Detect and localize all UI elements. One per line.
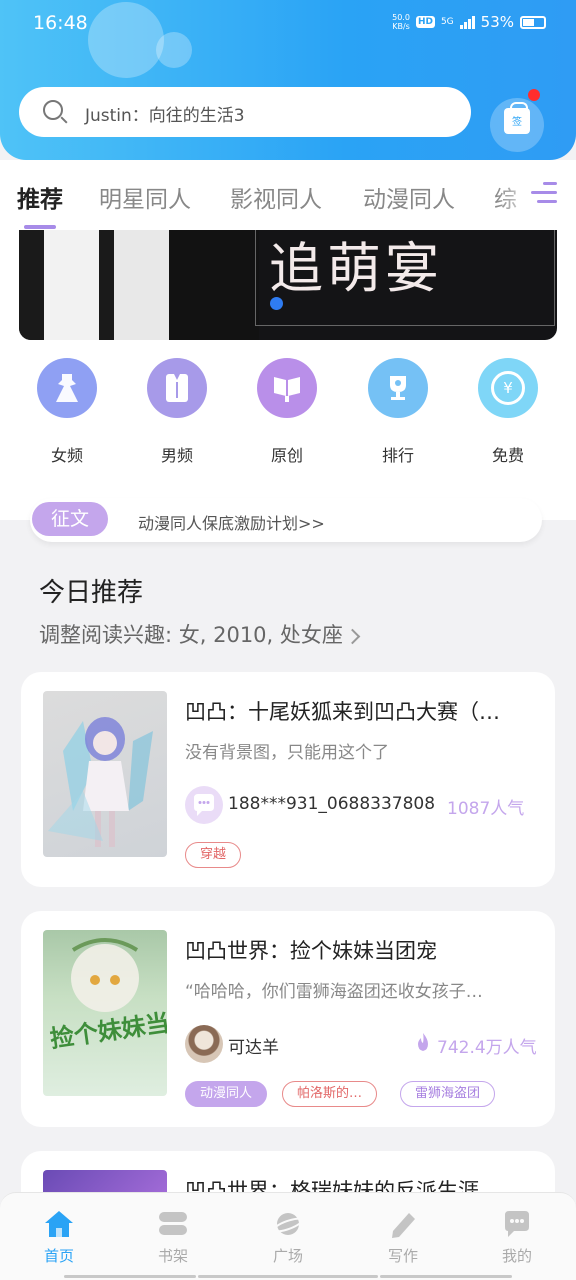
book-popularity: 742.4万人气: [437, 1038, 537, 1058]
notice-text: 动漫同人保底激励计划>>: [138, 514, 325, 533]
category-female[interactable]: 女频: [37, 358, 97, 466]
book-icon: [257, 358, 317, 418]
chat-bubble-icon: [501, 1209, 533, 1239]
adjust-interest-link[interactable]: 调整阅读兴趣: 女, 2010, 处女座: [39, 619, 361, 649]
bookshelf-icon: [157, 1209, 189, 1239]
section-title: 今日推荐: [39, 578, 144, 608]
planet-icon: [272, 1209, 304, 1239]
network-type: 5G: [440, 17, 454, 27]
hd-icon: HD: [415, 16, 435, 28]
book-title: 凹凸：十尾妖狐来到凹凸大赛（…: [185, 700, 500, 724]
avatar: [185, 1025, 223, 1063]
nav-bookshelf[interactable]: 书架: [138, 1209, 208, 1266]
book-cover: [43, 691, 167, 857]
sign-in-button[interactable]: 签: [490, 98, 544, 152]
flame-icon: [414, 1032, 432, 1056]
coin-icon: ¥: [478, 358, 538, 418]
tab-film-fanfic[interactable]: 影视同人: [230, 180, 322, 214]
book-cover: 捡个妹妹当团宠: [43, 930, 167, 1096]
banner-image: [19, 230, 259, 340]
home-indicator: [64, 1275, 196, 1278]
trophy-icon: [368, 358, 428, 418]
category-original[interactable]: 原创: [257, 358, 317, 466]
book-tag[interactable]: 雷狮海盗团: [400, 1081, 496, 1107]
notice-tag: 征文: [32, 502, 108, 536]
book-title: 凹凸世界：捡个妹妹当团宠: [185, 939, 437, 963]
tab-recommend[interactable]: 推荐: [17, 180, 63, 214]
category-free[interactable]: ¥ 免费: [478, 358, 538, 466]
gift-icon: 签: [504, 102, 530, 134]
category-male[interactable]: 男频: [147, 358, 207, 466]
pen-icon: [387, 1209, 419, 1239]
carousel-indicator: [270, 297, 283, 310]
battery-percent: 53%: [480, 13, 514, 31]
notification-dot: [528, 89, 540, 101]
contest-notice[interactable]: 征文 动漫同人保底激励计划>>: [30, 498, 542, 542]
banner-carousel[interactable]: 追萌宴: [19, 230, 557, 340]
dress-icon: [37, 358, 97, 418]
chat-avatar-icon: [185, 786, 223, 824]
status-bar: 16:48 50.0 KB/s HD 5G 53%: [0, 10, 576, 40]
book-description: “哈哈哈，你们雷狮海盗团还收女孩子…: [185, 982, 483, 1002]
book-description: 没有背景图，只能用这个了: [185, 743, 389, 763]
book-author: 188***931_0688337808: [228, 794, 436, 814]
tab-star-fanfic[interactable]: 明星同人: [99, 180, 191, 214]
book-tag[interactable]: 动漫同人: [185, 1081, 268, 1107]
top-header: 16:48 50.0 KB/s HD 5G 53% Justin：向往的生活3 …: [0, 0, 576, 160]
bottom-navigation: 首页 书架 广场 写作 我的: [0, 1192, 576, 1280]
search-bar[interactable]: Justin：向往的生活3: [19, 87, 471, 137]
book-card[interactable]: 凹凸：十尾妖狐来到凹凸大赛（… 没有背景图，只能用这个了 188***931_0…: [21, 672, 555, 887]
nav-square[interactable]: 广场: [253, 1209, 323, 1266]
search-placeholder: Justin：向往的生活3: [85, 106, 245, 126]
tab-anime-fanfic[interactable]: 动漫同人: [363, 180, 455, 214]
active-tab-indicator: [24, 225, 56, 229]
banner-title: 追萌宴: [269, 237, 443, 300]
shirt-icon: [147, 358, 207, 418]
signal-icon: [459, 15, 475, 29]
battery-icon: [520, 15, 546, 29]
home-icon: [43, 1209, 75, 1239]
category-ranking[interactable]: 排行: [368, 358, 428, 466]
status-time: 16:48: [33, 12, 88, 34]
book-author: 可达羊: [228, 1038, 279, 1058]
nav-home[interactable]: 首页: [24, 1209, 94, 1266]
book-tag[interactable]: 穿越: [185, 842, 242, 868]
category-tabs: 推荐 明星同人 影视同人 动漫同人 综: [0, 160, 576, 230]
book-card[interactable]: 捡个妹妹当团宠 凹凸世界：捡个妹妹当团宠 “哈哈哈，你们雷狮海盗团还收女孩子… …: [21, 911, 555, 1127]
tab-menu-icon[interactable]: [531, 182, 557, 204]
nav-write[interactable]: 写作: [368, 1209, 438, 1266]
chevron-right-icon: [344, 628, 361, 644]
book-tag[interactable]: 帕洛斯的…: [282, 1081, 378, 1107]
book-popularity: 1087人气: [447, 799, 525, 819]
net-speed: 50.0 KB/s: [392, 13, 410, 31]
search-icon: [43, 100, 63, 120]
nav-profile[interactable]: 我的: [482, 1209, 552, 1266]
